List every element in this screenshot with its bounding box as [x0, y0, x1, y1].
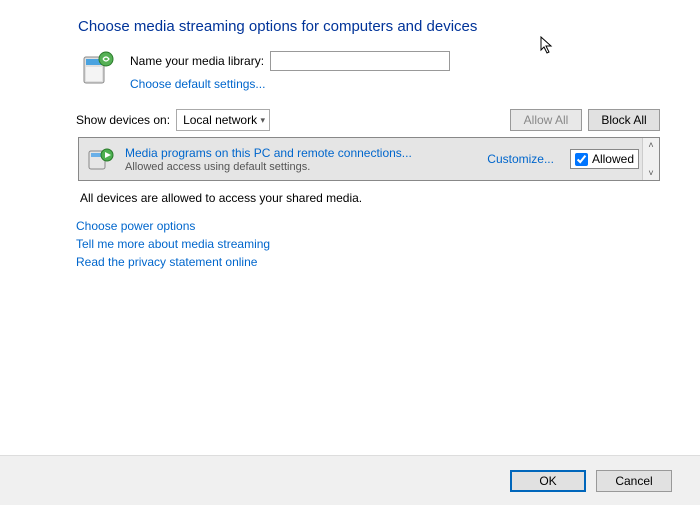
page-title: Choose media streaming options for compu…	[78, 18, 660, 35]
ok-button[interactable]: OK	[510, 470, 586, 492]
power-options-link[interactable]: Choose power options	[76, 219, 660, 233]
show-devices-label: Show devices on:	[76, 113, 170, 127]
device-row[interactable]: Media programs on this PC and remote con…	[79, 138, 659, 180]
allowed-label: Allowed	[592, 152, 634, 166]
chevron-down-icon: ▾	[261, 115, 266, 126]
scroll-down-icon[interactable]: ˅	[648, 166, 653, 180]
media-program-icon	[87, 145, 115, 173]
cancel-button[interactable]: Cancel	[596, 470, 672, 492]
device-subtitle: Allowed access using default settings.	[125, 161, 477, 173]
scrollbar[interactable]: ˄ ˅	[642, 138, 659, 180]
footer-bar: OK Cancel	[0, 455, 700, 505]
status-text: All devices are allowed to access your s…	[80, 191, 660, 205]
device-title-link[interactable]: Media programs on this PC and remote con…	[125, 146, 477, 160]
scroll-up-icon[interactable]: ˄	[648, 138, 653, 152]
allow-all-button[interactable]: Allow All	[510, 109, 582, 131]
choose-default-settings-link[interactable]: Choose default settings...	[130, 77, 265, 91]
show-devices-selected: Local network	[183, 113, 257, 127]
allowed-checkbox[interactable]	[575, 153, 588, 166]
learn-more-link[interactable]: Tell me more about media streaming	[76, 237, 660, 251]
privacy-statement-link[interactable]: Read the privacy statement online	[76, 255, 660, 269]
customize-link[interactable]: Customize...	[487, 152, 554, 166]
library-name-input[interactable]	[270, 51, 450, 71]
allowed-checkbox-box[interactable]: Allowed	[570, 149, 639, 169]
media-library-icon	[78, 49, 118, 89]
device-list: Media programs on this PC and remote con…	[78, 137, 660, 181]
show-devices-select[interactable]: Local network ▾	[176, 109, 270, 131]
library-name-label: Name your media library:	[130, 54, 264, 68]
block-all-button[interactable]: Block All	[588, 109, 660, 131]
